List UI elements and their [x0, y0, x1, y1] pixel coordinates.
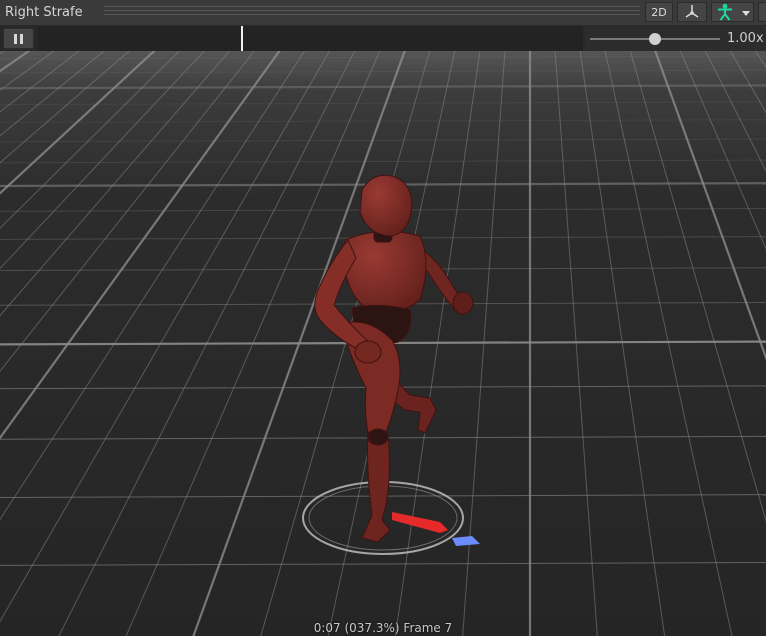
- animation-preview-window: Right Strafe 2D 1.00x 0:07 (037.3%) Fram…: [0, 0, 766, 636]
- scene-canvas: [0, 51, 766, 636]
- pivot-icon: [685, 5, 699, 18]
- header-drag-area[interactable]: [104, 6, 640, 18]
- avatar-icon: [718, 3, 732, 21]
- playhead[interactable]: [241, 26, 243, 51]
- avatar-dropdown-button[interactable]: [711, 2, 754, 22]
- overflow-button[interactable]: [758, 2, 766, 22]
- preview-header: Right Strafe 2D: [0, 0, 766, 26]
- view-2d-toggle[interactable]: 2D: [645, 2, 673, 22]
- pause-button[interactable]: [3, 28, 34, 49]
- timeline-scrubber[interactable]: [38, 26, 583, 51]
- playback-speed-control: 1.00x: [585, 26, 766, 51]
- preview-viewport[interactable]: 0:07 (037.3%) Frame 7: [0, 51, 766, 636]
- speed-slider-thumb[interactable]: [649, 33, 661, 45]
- clip-title: Right Strafe: [5, 5, 83, 20]
- playback-status: 0:07 (037.3%) Frame 7: [313, 621, 453, 635]
- transport-bar: 1.00x: [0, 26, 766, 51]
- speed-value: 1.00x: [727, 31, 764, 46]
- chevron-down-icon: [742, 11, 750, 16]
- pivot-toggle-button[interactable]: [677, 2, 707, 22]
